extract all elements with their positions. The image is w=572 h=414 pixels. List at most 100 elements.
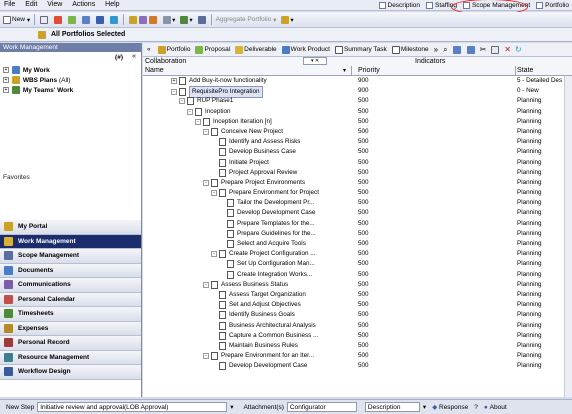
refresh-button[interactable] xyxy=(107,13,121,26)
outdent-button[interactable] xyxy=(464,43,478,56)
nav-work-management[interactable]: Work Management xyxy=(0,234,141,249)
table-row[interactable]: - Prepare Environment for Project 500 Plann… xyxy=(143,188,572,198)
menu-help[interactable]: Help xyxy=(101,0,123,9)
table-row[interactable]: Project Approval Review 500 Planning xyxy=(143,168,572,178)
description-field[interactable]: Description xyxy=(364,402,420,412)
nav-my-portal[interactable]: My Portal xyxy=(0,220,141,235)
new-summary-task-button[interactable]: Summary Task xyxy=(332,43,389,56)
table-row[interactable]: - Prepare Project Environments 500 Planning xyxy=(143,178,572,188)
collapse-icon[interactable]: - xyxy=(187,108,193,115)
nav-documents[interactable]: Documents xyxy=(0,263,141,278)
table-row[interactable]: Develop Development Case 500 Planning xyxy=(143,361,572,371)
grid-scrollbar[interactable] xyxy=(564,76,572,397)
settings-button[interactable]: ▾ xyxy=(160,13,177,26)
nav-resource-management[interactable]: Resource Management xyxy=(0,350,141,365)
menu-file[interactable]: File xyxy=(0,0,19,9)
paste-button[interactable] xyxy=(488,43,502,56)
table-row[interactable]: Initiate Project 500 Planning xyxy=(143,158,572,168)
table-row[interactable]: Identify Business Goals 500 Planning xyxy=(143,310,572,320)
sort-icon[interactable]: ▾ xyxy=(343,67,346,74)
collapse-icon[interactable]: - xyxy=(211,190,217,197)
expand-icon[interactable]: + xyxy=(171,78,177,84)
nav-personal-record[interactable]: Personal Record xyxy=(0,336,141,351)
new-portfolio-button[interactable]: Portfolio xyxy=(155,43,193,56)
delete-item-button[interactable]: ✕ xyxy=(502,43,513,56)
refresh-item-button[interactable]: ↻ xyxy=(513,43,524,56)
collapse-icon[interactable]: « xyxy=(132,53,136,60)
menu-view[interactable]: View xyxy=(43,0,66,9)
configurator-field[interactable]: Configurator xyxy=(286,402,357,412)
table-row[interactable]: Set Up Configuration Man... 500 Planning xyxy=(143,259,572,269)
indent-button[interactable] xyxy=(450,43,464,56)
step-dropdown-icon[interactable]: ▾ xyxy=(230,403,233,411)
step-field[interactable]: Initiative review and approval(LOB Appro… xyxy=(37,402,228,412)
collapse-icon[interactable]: - xyxy=(203,128,209,135)
attachments-button[interactable]: Attachment(s) xyxy=(243,404,283,411)
table-row[interactable]: Capture a Common Business ... 500 Planning xyxy=(143,331,572,341)
tab-portfolio[interactable]: Portfolio xyxy=(533,0,572,11)
table-row[interactable]: - Inception 500 Planning xyxy=(143,107,572,117)
table-row[interactable]: Identify and Assess Risks 500 Planning xyxy=(143,137,572,147)
table-row[interactable]: - Conceive New Project 500 Planning xyxy=(143,127,572,137)
report-button[interactable] xyxy=(195,13,209,26)
table-row[interactable]: Business Architectural Analysis 500 Planni… xyxy=(143,321,572,331)
find-button[interactable] xyxy=(79,13,93,26)
collaboration-filter[interactable]: ▾ ✕ xyxy=(303,57,327,65)
search-button[interactable]: ⌕ xyxy=(441,43,449,56)
nav-personal-calendar[interactable]: Personal Calendar xyxy=(0,292,141,307)
table-row[interactable]: - Create Project Configuration ... 500 Plan… xyxy=(143,249,572,259)
tab-description[interactable]: Description xyxy=(376,0,424,11)
new-proposal-button[interactable]: Proposal xyxy=(192,43,232,56)
menu-edit[interactable]: Edit xyxy=(21,0,41,9)
new-deliverable-button[interactable]: Deliverable xyxy=(232,43,279,56)
collapse-icon[interactable]: - xyxy=(203,179,209,186)
table-row[interactable]: Develop Development Case 500 Planning xyxy=(143,208,572,218)
table-row[interactable]: Create Integration Works... 500 Planning xyxy=(143,270,572,280)
new-button[interactable]: New ▾ xyxy=(0,13,32,26)
link-button[interactable]: ▾ xyxy=(177,13,194,26)
tree-item-wbs-plans[interactable]: + WBS Plans (All) xyxy=(3,75,138,85)
collapse-icon[interactable]: - xyxy=(203,281,209,288)
table-row[interactable]: Develop Business Case 500 Planning xyxy=(143,147,572,157)
collapse-icon[interactable]: - xyxy=(179,98,185,105)
nav-expenses[interactable]: Expenses xyxy=(0,321,141,336)
tree-item-my-work[interactable]: + My Work xyxy=(3,65,138,75)
tools-button[interactable] xyxy=(126,13,160,26)
expand-icon[interactable]: + xyxy=(3,77,9,83)
back-icon[interactable]: « xyxy=(147,46,151,53)
table-row[interactable]: Set and Adjust Objectives 500 Planning xyxy=(143,300,572,310)
nav-communications[interactable]: Communications xyxy=(0,278,141,293)
expand-icon[interactable]: + xyxy=(3,67,9,73)
filter-button[interactable] xyxy=(65,13,79,26)
menu-actions[interactable]: Actions xyxy=(68,0,99,9)
priority-column-header[interactable]: Priority xyxy=(358,67,380,74)
tree-item-my-teams-work[interactable]: + My Teams' Work xyxy=(3,85,138,95)
table-row[interactable]: Assess Target Organization 500 Planning xyxy=(143,290,572,300)
nav-workflow-design[interactable]: Workflow Design xyxy=(0,365,141,380)
new-milestone-button[interactable]: Milestone xyxy=(389,43,431,56)
more-button[interactable]: ▾ xyxy=(278,13,295,26)
collapse-icon[interactable]: - xyxy=(195,118,201,125)
aggregate-portfolio-button[interactable]: Aggregate Portfolio ▾ xyxy=(214,13,279,26)
save-button[interactable] xyxy=(93,13,107,26)
table-row[interactable]: - RUP Phase1 500 Planning xyxy=(143,96,572,106)
table-row[interactable]: + Add Buy-it-now functionality 900 5 - Deta… xyxy=(143,76,572,86)
expand-icon[interactable]: + xyxy=(3,87,9,93)
collapse-icon[interactable]: - xyxy=(211,251,217,258)
table-row[interactable]: - Prepare Environment for an Iter... 500 Pl… xyxy=(143,351,572,361)
copy-button[interactable] xyxy=(37,13,51,26)
table-row[interactable]: Prepare Guidelines for the... 500 Planning xyxy=(143,229,572,239)
table-row[interactable]: Maintain Business Rules 500 Planning xyxy=(143,341,572,351)
new-work-product-button[interactable]: Work Product xyxy=(279,43,332,56)
delete-button[interactable] xyxy=(51,13,65,26)
table-row[interactable]: Prepare Templates for the... 500 Planning xyxy=(143,219,572,229)
table-row[interactable]: - Inception Iteration [n] 500 Planning xyxy=(143,117,572,127)
name-column-header[interactable]: Name xyxy=(145,67,164,74)
state-column-header[interactable]: State xyxy=(517,67,533,74)
table-row[interactable]: - Assess Business Status 500 Planning xyxy=(143,280,572,290)
more-chevron-icon[interactable]: » xyxy=(434,45,438,54)
table-row[interactable]: Select and Acquire Tools 500 Planning xyxy=(143,239,572,249)
response-button[interactable]: ◆ Response xyxy=(432,403,468,411)
help-icon[interactable]: ? xyxy=(474,404,478,411)
nav-scope-management[interactable]: Scope Management xyxy=(0,249,141,264)
